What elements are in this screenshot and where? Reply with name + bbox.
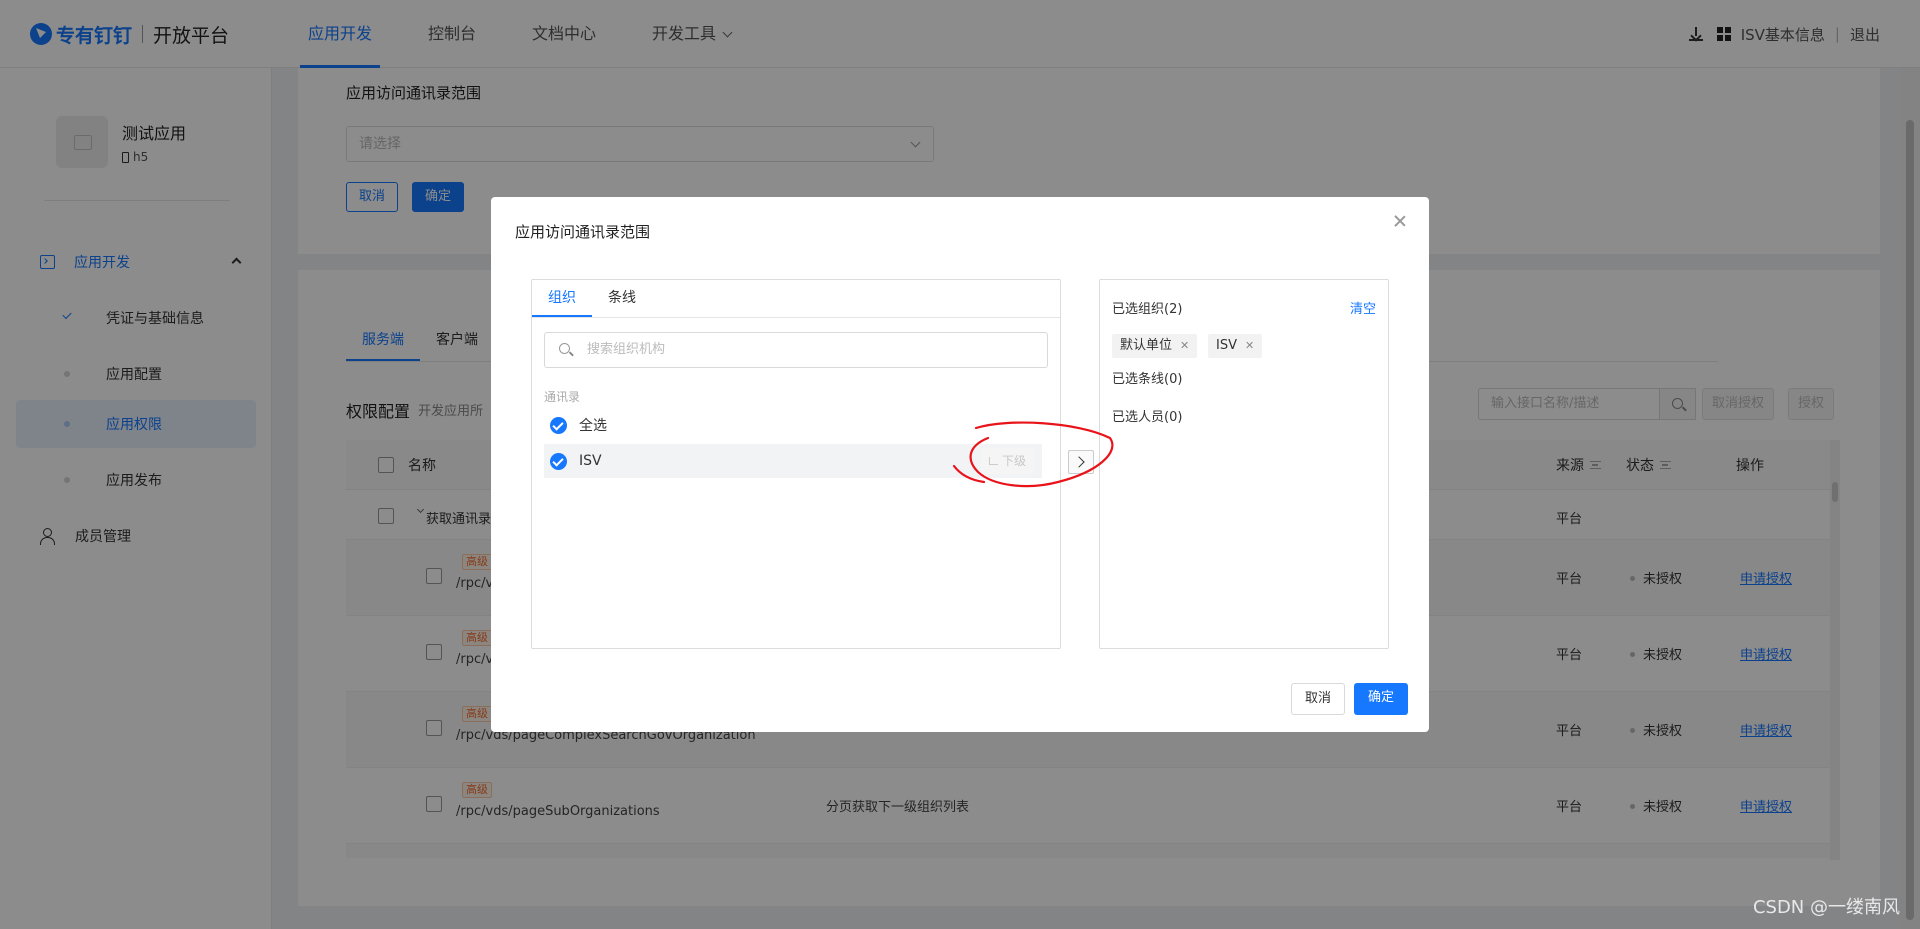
tab-org[interactable]: 组织 [532, 280, 592, 317]
select-all-label: 全选 [579, 418, 607, 434]
dialog-cancel-button[interactable]: 取消 [1291, 683, 1345, 715]
watermark: CSDN @一缕南风 [1752, 897, 1900, 918]
tab-line[interactable]: 条线 [592, 280, 652, 317]
picker-tabs: 组织 条线 [532, 280, 1060, 318]
search-icon [559, 343, 570, 354]
checked-icon [550, 452, 567, 470]
contacts-group-label: 通讯录 [544, 390, 581, 404]
selected-panel: 已选组织(2) 清空 默认单位 ✕ ISV ✕ 已选条线(0) 已选人员(0) [1099, 279, 1389, 649]
close-icon[interactable] [1393, 214, 1407, 228]
selected-people-label: 已选人员(0) [1112, 410, 1183, 425]
org-search-input[interactable]: 搜索组织机构 [544, 332, 1048, 368]
org-search-placeholder: 搜索组织机构 [587, 342, 666, 357]
selected-lines-label: 已选条线(0) [1112, 372, 1183, 387]
remove-icon[interactable]: ✕ [1245, 334, 1254, 358]
chip-default-unit: 默认单位 ✕ [1112, 334, 1198, 358]
page: 专有钉钉 开放平台 应用开发 控制台 文档中心 开发工具 ISV基本信息 | 退… [0, 0, 1920, 929]
clear-button[interactable]: 清空 [1350, 298, 1376, 317]
org-item-label: ISV [579, 453, 602, 469]
remove-icon[interactable]: ✕ [1180, 334, 1189, 358]
selected-orgs-label: 已选组织(2) [1112, 302, 1183, 317]
checked-icon [550, 416, 567, 434]
chip-isv: ISV ✕ [1208, 334, 1263, 358]
dialog-title: 应用访问通讯录范围 [515, 223, 651, 241]
red-circle-annotation [952, 421, 1114, 488]
dialog-ok-button[interactable]: 确定 [1354, 683, 1408, 715]
